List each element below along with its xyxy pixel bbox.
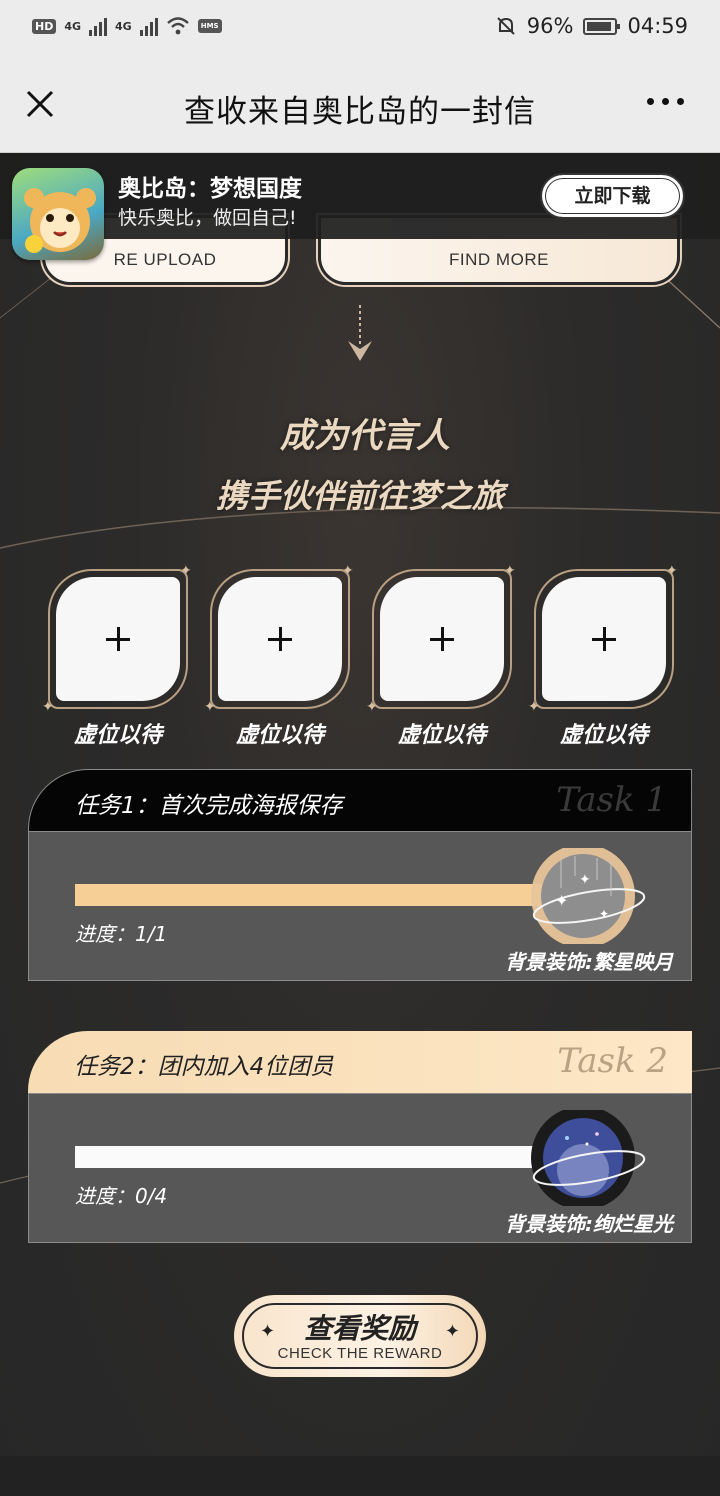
svg-text:✦: ✦ bbox=[555, 891, 568, 910]
task-title: 任务2：团内加入4位团员 bbox=[74, 1054, 334, 1080]
task-title: 任务1：首次完成海报保存 bbox=[75, 793, 343, 819]
add-plus-icon bbox=[218, 577, 342, 701]
task-header: 任务2：团内加入4位团员 Task 2 bbox=[28, 1031, 692, 1093]
slot-frame[interactable] bbox=[48, 569, 188, 709]
title-bar: 查收来自奥比岛的一封信 bbox=[0, 58, 720, 153]
reward-button-title: 查看奖励 bbox=[303, 1312, 416, 1345]
app-download-banner: 奥比岛：梦想国度 快乐奥比，做回自己! 立即下载 bbox=[0, 153, 720, 260]
task-body: 进度：0/4 背景装饰:绚烂星光 bbox=[28, 1093, 692, 1243]
task-tag: Task 1 bbox=[556, 780, 667, 820]
progress-bar bbox=[75, 884, 545, 906]
headline-line-2: 携手伙伴前往梦之旅 bbox=[215, 477, 504, 515]
member-slot[interactable]: ✦ ✦ 虚位以待 bbox=[366, 563, 516, 749]
slot-frame[interactable] bbox=[372, 569, 512, 709]
slot-label: 虚位以待 bbox=[235, 723, 324, 748]
status-right: 96% 04:59 bbox=[495, 14, 688, 38]
sparkle-icon: ✦ bbox=[42, 699, 54, 715]
slot-label: 虚位以待 bbox=[397, 723, 486, 748]
sparkle-icon: ✦ bbox=[342, 563, 354, 579]
task-card-1: 任务1：首次完成海报保存 Task 1 进度：1/1 ✦ ✦ ✦ 背景装饰:繁星… bbox=[28, 769, 692, 981]
download-button[interactable]: 立即下载 bbox=[540, 173, 685, 219]
reward-starlight-icon[interactable] bbox=[527, 1110, 647, 1206]
app-name: 奥比岛：梦想国度 bbox=[118, 176, 302, 202]
member-slot[interactable]: ✦ ✦ 虚位以待 bbox=[204, 563, 354, 749]
task-tag: Task 2 bbox=[557, 1041, 668, 1081]
svg-text:✦: ✦ bbox=[579, 872, 591, 888]
main-content: RE UPLOAD FIND MORE 成为代言人 携手伙伴前往梦之旅 ✦ ✦ … bbox=[0, 153, 720, 1496]
sparkle-icon: ✦ bbox=[180, 563, 192, 579]
add-plus-icon bbox=[380, 577, 504, 701]
task-card-2: 任务2：团内加入4位团员 Task 2 进度：0/4 背景装饰:绚烂星光 bbox=[28, 1031, 692, 1243]
add-plus-icon bbox=[56, 577, 180, 701]
sparkle-icon: ✦ bbox=[528, 699, 540, 715]
progress-bar bbox=[75, 1146, 545, 1168]
status-bar: HD 4G 4G HMS 96% 04:59 bbox=[0, 0, 720, 58]
task-body: 进度：1/1 ✦ ✦ ✦ 背景装饰:繁星映月 bbox=[28, 831, 692, 981]
progress-bar-fill bbox=[75, 884, 545, 906]
headline-line-1: 成为代言人 bbox=[280, 416, 450, 456]
svg-text:✦: ✦ bbox=[599, 907, 609, 921]
progress-text: 进度：1/1 bbox=[75, 922, 168, 946]
network-4g-label-2: 4G bbox=[115, 19, 132, 33]
arrow-down-icon bbox=[348, 305, 372, 361]
member-slot[interactable]: ✦ ✦ 虚位以待 bbox=[42, 563, 192, 749]
sparkle-icon: ✦ bbox=[504, 563, 516, 579]
bottom-strip bbox=[0, 1456, 720, 1496]
find-more-sublabel: FIND MORE bbox=[449, 250, 549, 269]
add-plus-icon bbox=[542, 577, 666, 701]
app-slogan: 快乐奥比，做回自己! bbox=[118, 207, 297, 229]
clock-time: 04:59 bbox=[627, 14, 688, 38]
app-icon[interactable] bbox=[12, 168, 104, 260]
mute-bell-icon bbox=[497, 17, 515, 35]
hms-indicator: HMS bbox=[197, 19, 222, 33]
wifi-icon bbox=[166, 17, 189, 35]
slot-frame[interactable] bbox=[534, 569, 674, 709]
slot-frame[interactable] bbox=[210, 569, 350, 709]
battery-percent: 96% bbox=[526, 14, 574, 38]
check-reward-button[interactable]: ✦ ✦ 查看奖励 CHECK THE REWARD bbox=[234, 1295, 486, 1377]
sparkle-icon: ✦ bbox=[666, 563, 678, 579]
reward-label: 背景装饰:繁星映月 bbox=[505, 950, 673, 974]
member-slot[interactable]: ✦ ✦ 虚位以待 bbox=[528, 563, 678, 749]
signal-icon-2 bbox=[139, 16, 158, 36]
hd-indicator: HD bbox=[32, 18, 57, 34]
sparkle-icon: ✦ bbox=[204, 699, 216, 715]
app-mascot-icon bbox=[24, 188, 96, 253]
reward-moon-stars-icon[interactable]: ✦ ✦ ✦ bbox=[527, 848, 647, 944]
battery-icon bbox=[583, 17, 621, 35]
page-title: 查收来自奥比岛的一封信 bbox=[184, 94, 536, 130]
status-left: HD 4G 4G HMS bbox=[32, 16, 222, 36]
reward-label: 背景装饰:绚烂星光 bbox=[505, 1212, 673, 1236]
network-4g-label-1: 4G bbox=[64, 19, 82, 33]
slot-label: 虚位以待 bbox=[559, 723, 648, 748]
task-header: 任务1：首次完成海报保存 Task 1 bbox=[28, 769, 692, 831]
signal-icon-1 bbox=[89, 16, 108, 36]
sparkle-icon: ✦ bbox=[366, 699, 378, 715]
reward-button-subtitle: CHECK THE REWARD bbox=[277, 1345, 443, 1362]
slot-label: 虚位以待 bbox=[73, 723, 162, 748]
progress-text: 进度：0/4 bbox=[75, 1184, 168, 1208]
more-options-button[interactable] bbox=[647, 98, 684, 105]
